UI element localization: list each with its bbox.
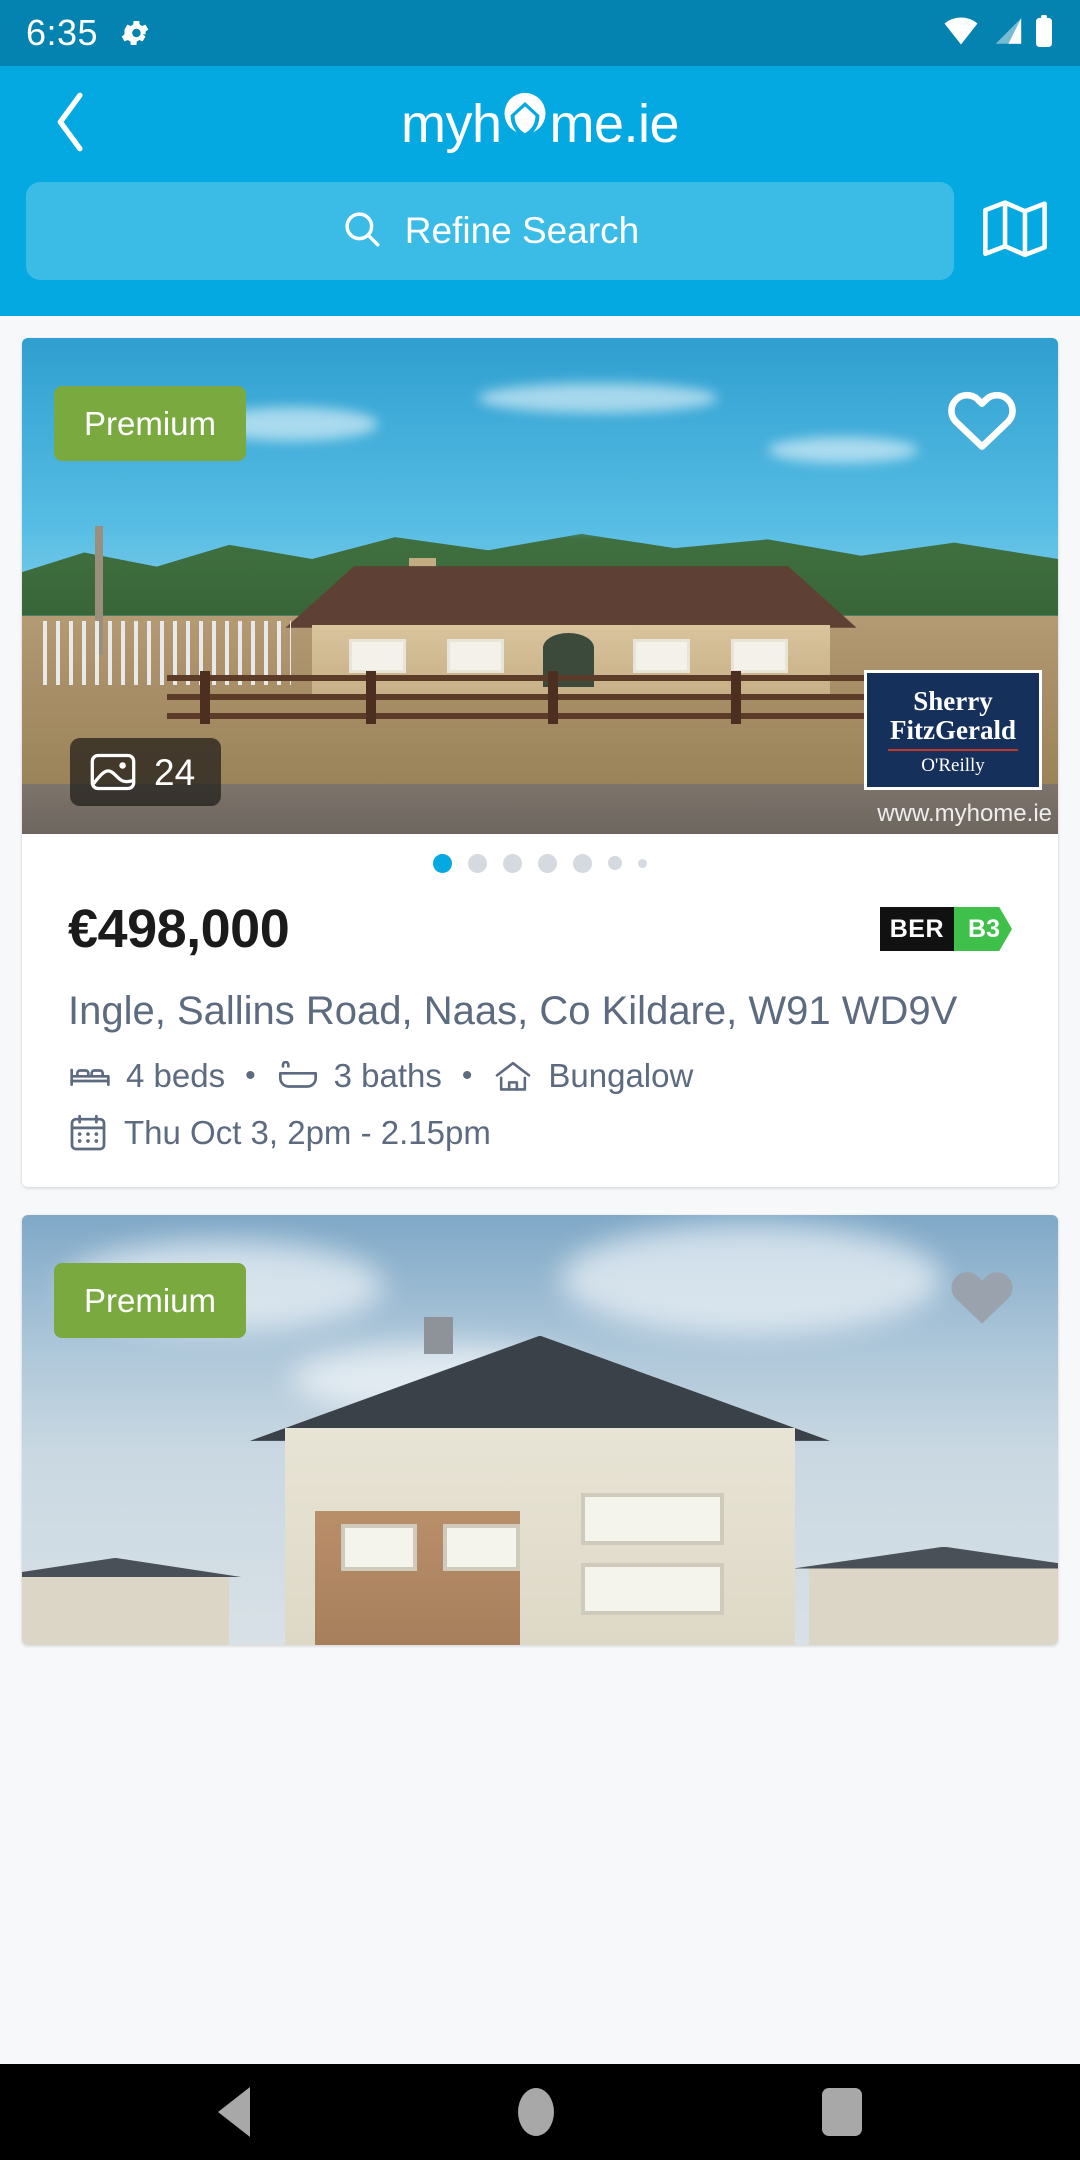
status-bar: 6:35 xyxy=(0,0,1080,66)
listing-list: Premium 24 Sherry FitzGerald O'Reilly ww… xyxy=(0,316,1080,1646)
agent-name-line1: Sherry xyxy=(913,686,993,717)
listing-photo-carousel[interactable]: Premium xyxy=(22,1215,1058,1646)
refine-search-button[interactable]: Refine Search xyxy=(26,182,954,280)
ber-rating: B3 xyxy=(954,907,1012,951)
agent-logo-rule xyxy=(887,748,1019,751)
cell-signal-icon xyxy=(990,16,1024,51)
agent-name-line3: O'Reilly xyxy=(921,754,985,776)
chevron-left-icon xyxy=(49,90,93,159)
listing-price: €498,000 xyxy=(68,899,290,959)
map-view-button[interactable] xyxy=(976,192,1054,270)
back-button[interactable] xyxy=(16,69,126,179)
carousel-dot-3[interactable] xyxy=(503,853,522,873)
heart-filled-icon xyxy=(943,1260,1021,1337)
nav-home-circle-icon[interactable] xyxy=(518,2088,554,2136)
photo-count-label: 24 xyxy=(154,751,196,793)
nav-back-triangle-icon[interactable] xyxy=(218,2087,250,2137)
house-pin-icon xyxy=(502,92,548,157)
map-folded-icon xyxy=(980,196,1050,267)
favourite-button[interactable] xyxy=(940,382,1024,460)
battery-icon xyxy=(1034,14,1054,52)
carousel-dot-7[interactable] xyxy=(638,858,647,868)
listing-attributes: 4 beds • 3 baths • Bungalow xyxy=(68,1057,1012,1095)
bed-icon xyxy=(68,1061,112,1091)
viewing-time: Thu Oct 3, 2pm - 2.15pm xyxy=(68,1113,1012,1153)
favourite-button[interactable] xyxy=(940,1259,1024,1337)
carousel-dots[interactable] xyxy=(22,834,1058,892)
premium-badge: Premium xyxy=(54,386,247,461)
carousel-dot-5[interactable] xyxy=(573,853,592,873)
bath-icon xyxy=(276,1061,320,1091)
property-type-label: Bungalow xyxy=(548,1057,694,1095)
attribute-separator-1: • xyxy=(245,1059,256,1093)
refine-search-label: Refine Search xyxy=(404,210,640,251)
ber-badge: BER B3 xyxy=(879,907,1012,951)
wifi-icon xyxy=(942,16,980,51)
app-logo: myh me.ie xyxy=(0,66,1080,182)
heart-outline-icon xyxy=(943,383,1021,460)
app-header: myh me.ie Refine Search xyxy=(0,66,1080,316)
price-row: €498,000 BER B3 xyxy=(68,898,1012,960)
nav-recents-square-icon[interactable] xyxy=(822,2088,862,2136)
carousel-dot-1[interactable] xyxy=(433,853,452,873)
search-row: Refine Search xyxy=(0,182,1080,280)
image-icon xyxy=(90,752,136,792)
logo-text-start: myh xyxy=(400,94,502,154)
ber-label: BER xyxy=(879,907,955,951)
photo-watermark: www.myhome.ie xyxy=(877,800,1052,827)
carousel-dot-4[interactable] xyxy=(538,853,557,873)
baths-label: 3 baths xyxy=(333,1057,442,1095)
viewing-label: Thu Oct 3, 2pm - 2.15pm xyxy=(124,1114,491,1152)
search-icon xyxy=(341,208,383,255)
carousel-dot-2[interactable] xyxy=(468,853,487,873)
agent-logo: Sherry FitzGerald O'Reilly xyxy=(864,670,1042,790)
listing-photo-carousel[interactable]: Premium xyxy=(22,338,1058,834)
premium-badge: Premium xyxy=(54,1263,247,1339)
listing-address: Ingle, Sallins Road, Naas, Co Kildare, W… xyxy=(68,989,958,1033)
listing-card[interactable]: Premium xyxy=(22,338,1058,1188)
carousel-dot-6[interactable] xyxy=(608,856,622,870)
app-screen: 6:35 myh me.ie Refine Search Premium 24 … xyxy=(0,0,1080,2160)
beds-label: 4 beds xyxy=(126,1057,226,1095)
listing-card[interactable]: Premium xyxy=(22,1215,1058,1646)
listing-info: €498,000 BER B3 Ingle, Sallins Road, Naa… xyxy=(22,892,1058,1187)
photo-count-badge: 24 xyxy=(70,738,222,806)
house-icon xyxy=(492,1060,534,1092)
beds-group: 4 beds xyxy=(68,1057,225,1095)
calendar-icon xyxy=(68,1113,108,1153)
app-header-top: myh me.ie xyxy=(0,66,1080,182)
android-nav-bar xyxy=(0,2064,1080,2160)
agent-name-line2: FitzGerald xyxy=(890,714,1016,745)
status-bar-icons xyxy=(942,14,1054,52)
logo-text-end: me.ie xyxy=(549,94,680,154)
property-type-group: Bungalow xyxy=(492,1057,693,1095)
settings-gear-icon xyxy=(118,16,152,50)
baths-group: 3 baths xyxy=(276,1057,442,1095)
status-bar-time: 6:35 xyxy=(26,12,99,53)
attribute-separator-2: • xyxy=(461,1059,473,1093)
